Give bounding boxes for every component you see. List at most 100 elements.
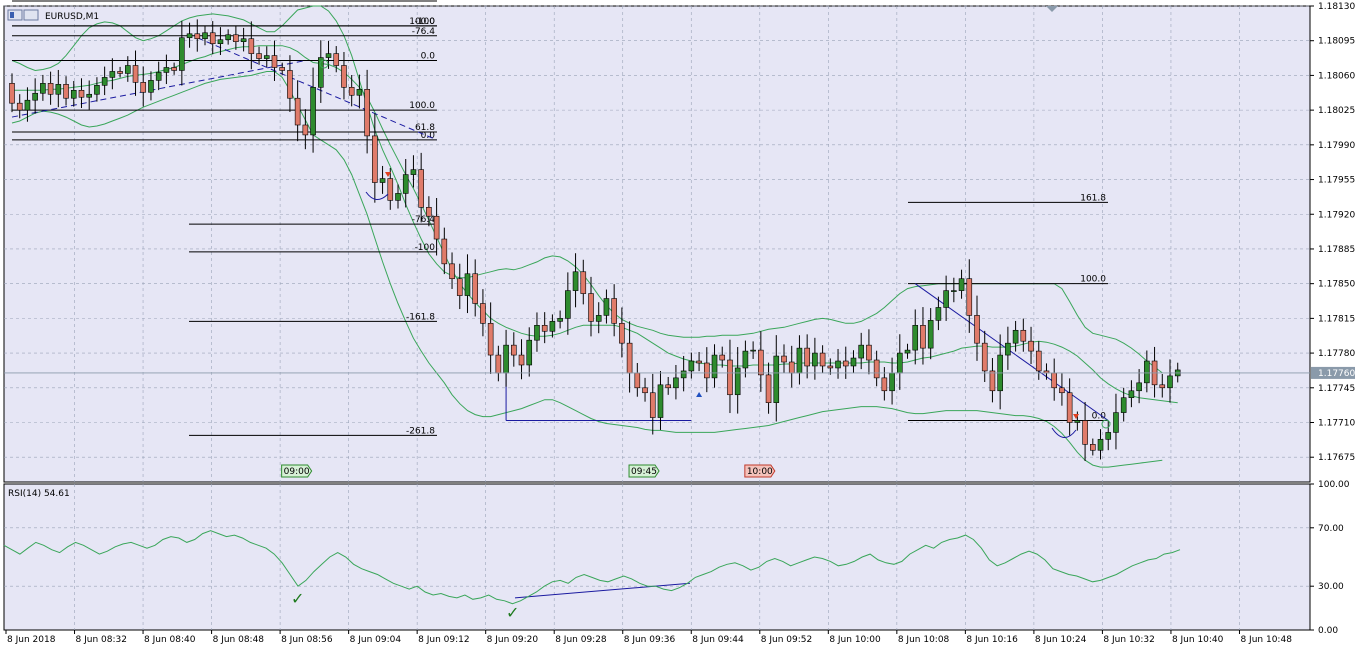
candle-bear[interactable] <box>1066 392 1073 423</box>
candle-bear[interactable] <box>642 387 648 394</box>
symbol-menu-icon[interactable] <box>23 9 39 21</box>
candle-bear[interactable] <box>1059 387 1065 394</box>
candle-bull[interactable] <box>835 360 841 369</box>
candle-bull[interactable] <box>410 169 417 175</box>
candle-bull[interactable] <box>951 290 957 292</box>
candle-bear[interactable] <box>132 65 139 83</box>
candle-bull[interactable] <box>148 80 154 93</box>
candle-bear[interactable] <box>449 263 455 280</box>
candle-bear[interactable] <box>510 344 517 356</box>
candle-bull[interactable] <box>94 85 100 95</box>
candle-bear[interactable] <box>588 293 594 322</box>
candle-bear[interactable] <box>611 298 617 324</box>
candle-bull[interactable] <box>503 344 509 374</box>
candle-bear[interactable] <box>171 67 177 71</box>
candle-bear[interactable] <box>441 238 448 265</box>
candle-bull[interactable] <box>186 33 193 39</box>
candle-bull[interactable] <box>101 77 108 86</box>
candle-bear[interactable] <box>634 372 641 389</box>
candle-bear[interactable] <box>974 315 980 344</box>
candle-bull[interactable] <box>1128 390 1135 399</box>
candle-bull[interactable] <box>402 174 409 194</box>
candle-bull[interactable] <box>240 38 247 42</box>
candle-bear[interactable] <box>271 55 278 68</box>
candle-bull[interactable] <box>796 347 803 374</box>
candle-bear[interactable] <box>765 374 772 403</box>
candle-bull[interactable] <box>526 339 533 366</box>
candle-bear[interactable] <box>619 323 625 344</box>
candle-bear[interactable] <box>1051 372 1057 389</box>
candle-bear[interactable] <box>372 135 378 183</box>
candle-bull[interactable] <box>1113 412 1119 433</box>
candle-bear[interactable] <box>665 384 672 389</box>
candle-bear[interactable] <box>819 352 826 367</box>
candle-bear[interactable] <box>866 344 872 361</box>
candle-bear[interactable] <box>842 360 849 367</box>
candle-bear[interactable] <box>1082 420 1088 445</box>
candle-bull[interactable] <box>711 354 718 379</box>
candle-bear[interactable] <box>873 359 880 379</box>
candle-bear[interactable] <box>472 273 479 304</box>
candle-bull[interactable] <box>935 307 942 321</box>
candle-bull[interactable] <box>896 352 903 374</box>
candle-bear[interactable] <box>788 361 795 374</box>
candle-bull[interactable] <box>858 344 865 359</box>
candle-bull[interactable] <box>1012 329 1019 344</box>
candle-bull[interactable] <box>163 67 170 73</box>
candle-bear[interactable] <box>1090 444 1096 451</box>
candle-bear[interactable] <box>140 82 147 93</box>
candle-bull[interactable] <box>24 99 31 111</box>
candle-bull[interactable] <box>912 325 919 351</box>
candle-bear[interactable] <box>626 342 633 374</box>
candle-bear[interactable] <box>47 83 54 95</box>
candle-bull[interactable] <box>1005 342 1011 356</box>
candle-bull[interactable] <box>310 87 316 136</box>
candle-bear[interactable] <box>580 271 587 294</box>
candle-bull[interactable] <box>125 65 131 74</box>
candle-bear[interactable] <box>341 65 347 88</box>
candle-bull[interactable] <box>395 193 401 201</box>
candle-bull[interactable] <box>680 370 687 379</box>
candle-bear[interactable] <box>719 354 726 361</box>
candle-bear[interactable] <box>881 377 888 392</box>
candle-bear[interactable] <box>781 355 787 363</box>
candle-bear[interactable] <box>989 370 996 392</box>
candle-bear[interactable] <box>487 323 494 356</box>
candle-bull[interactable] <box>603 298 610 316</box>
chart-window[interactable]: -161.8-100-76.4100.00.0100.061.80.0-76.4… <box>0 0 1366 651</box>
candle-bull[interactable] <box>1136 382 1142 392</box>
candle-bull[interactable] <box>55 84 62 95</box>
candle-bull[interactable] <box>1120 397 1127 413</box>
candle-bull[interactable] <box>32 92 38 101</box>
candle-bear[interactable] <box>426 207 432 217</box>
candle-bear[interactable] <box>920 325 926 349</box>
candle-bear[interactable] <box>294 97 301 126</box>
candle-bull[interactable] <box>325 53 332 58</box>
candle-bear[interactable] <box>117 71 123 74</box>
candle-bear[interactable] <box>541 325 548 332</box>
candle-bull[interactable] <box>688 360 695 372</box>
candle-bear[interactable] <box>966 278 973 316</box>
candle-bull[interactable] <box>657 384 664 418</box>
candle-bull[interactable] <box>1105 432 1112 440</box>
candle-bear[interactable] <box>1035 350 1042 372</box>
price-pane[interactable] <box>4 6 1310 482</box>
candle-bull[interactable] <box>225 34 231 41</box>
candle-bull[interactable] <box>889 372 895 392</box>
candle-bear[interactable] <box>758 349 764 376</box>
candle-bull[interactable] <box>742 350 749 369</box>
candle-bear[interactable] <box>518 354 525 366</box>
candle-bear[interactable] <box>1020 329 1027 342</box>
candle-bull[interactable] <box>673 377 679 389</box>
candle-bear[interactable] <box>287 70 293 99</box>
candle-bull[interactable] <box>217 39 224 44</box>
chart-canvas[interactable]: -161.8-100-76.4100.00.0100.061.80.0-76.4… <box>0 0 1366 651</box>
candle-bear[interactable] <box>63 84 69 99</box>
candle-bear[interactable] <box>248 38 255 54</box>
candle-bear[interactable] <box>727 359 733 396</box>
candle-bear[interactable] <box>804 347 810 367</box>
candle-bull[interactable] <box>750 349 756 352</box>
candle-bear[interactable] <box>981 342 988 372</box>
candle-bear[interactable] <box>1028 340 1034 352</box>
candle-bear[interactable] <box>348 87 355 96</box>
